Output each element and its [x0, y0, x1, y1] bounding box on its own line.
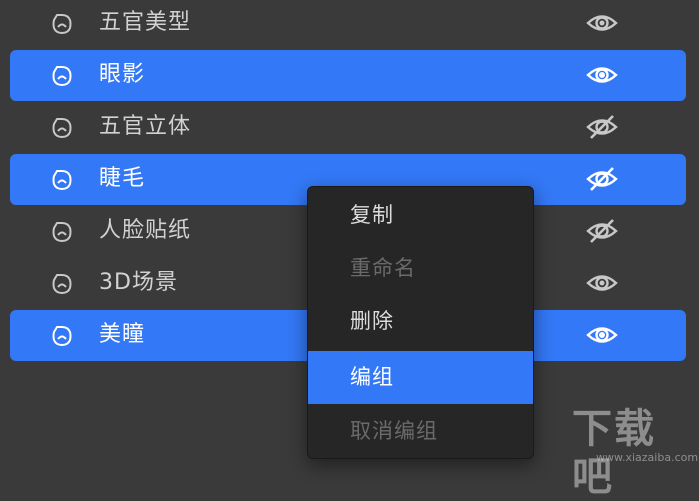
menu-item-label: 编组	[350, 365, 394, 389]
face-mask-icon	[52, 274, 72, 295]
eye-icon[interactable]	[586, 61, 618, 89]
face-mask-icon	[52, 118, 72, 139]
face-mask-icon	[52, 222, 72, 243]
menu-item-rename: 重命名	[308, 242, 533, 295]
layer-label: 睫毛	[99, 166, 146, 191]
face-mask-icon	[52, 66, 72, 87]
eye-off-icon[interactable]	[586, 113, 618, 141]
menu-item-label: 删除	[350, 309, 394, 333]
menu-item-label: 复制	[350, 203, 394, 227]
menu-item-copy[interactable]: 复制	[308, 189, 533, 242]
eye-icon[interactable]	[586, 9, 618, 37]
eye-off-icon[interactable]	[586, 217, 618, 245]
layer-row[interactable]: 眼影	[10, 50, 686, 101]
menu-item-label: 重命名	[350, 256, 416, 280]
watermark-url: www.xiazaiba.com	[596, 451, 699, 464]
layer-label: 五官立体	[99, 114, 192, 139]
eye-icon[interactable]	[586, 321, 618, 349]
layer-label: 人脸贴纸	[99, 218, 192, 243]
face-mask-icon	[52, 14, 72, 35]
layer-label: 美瞳	[99, 322, 146, 347]
layer-label: 3D场景	[99, 270, 178, 295]
face-mask-icon	[52, 170, 72, 191]
menu-item-ungroup: 取消编组	[308, 405, 533, 458]
menu-item-label: 取消编组	[350, 419, 438, 443]
layer-row[interactable]: 五官美型	[10, 0, 686, 49]
menu-item-delete[interactable]: 删除	[308, 295, 533, 348]
layer-row[interactable]: 五官立体	[10, 102, 686, 153]
watermark-logo: 下载吧 www.xiazaiba.com	[568, 405, 698, 500]
layer-label: 眼影	[99, 62, 146, 87]
eye-icon[interactable]	[586, 269, 618, 297]
layer-label: 五官美型	[99, 10, 192, 35]
eye-off-icon[interactable]	[586, 165, 618, 193]
face-mask-icon	[52, 326, 72, 347]
context-menu: 复制 重命名 删除 编组 取消编组	[307, 186, 534, 459]
menu-item-group[interactable]: 编组	[308, 351, 533, 404]
